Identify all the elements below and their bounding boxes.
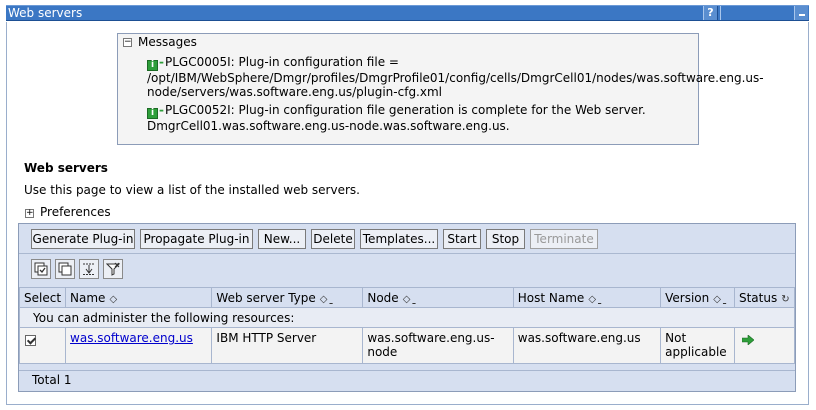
stop-button[interactable]: Stop xyxy=(486,229,525,249)
column-header-select: Select xyxy=(18,287,67,308)
web-server-link[interactable]: was.software.eng.us xyxy=(70,331,193,345)
info-icon: i xyxy=(147,60,158,71)
sort-underscore-icon xyxy=(329,294,332,305)
sort-icon[interactable]: ◇ xyxy=(588,294,596,305)
column-header-name[interactable]: Name ◇ xyxy=(65,287,213,308)
node-cell: was.software.eng.us-node xyxy=(362,327,514,364)
table-intro-row: You can administer the following resourc… xyxy=(19,307,795,328)
select-cell xyxy=(18,327,67,364)
minimize-button[interactable] xyxy=(794,6,808,20)
column-header-type[interactable]: Web server Type ◇ xyxy=(211,287,364,308)
header-label: Web server Type xyxy=(216,290,316,305)
templates-button[interactable]: Templates... xyxy=(360,229,438,249)
messages-panel: − Messages i -PLGC0005I: Plug-in configur… xyxy=(117,33,764,145)
section-title: Web servers xyxy=(24,161,108,175)
info-dash-icon: - xyxy=(159,103,164,117)
message-text: PLGC0005I: Plug-in configuration file = xyxy=(164,55,399,69)
version-text: applicable xyxy=(665,345,727,359)
select-all-icon[interactable] xyxy=(31,259,51,279)
preferences-link[interactable]: Preferences xyxy=(40,205,111,219)
collapse-messages-icon[interactable]: − xyxy=(123,38,132,47)
table-header-row: Select Name ◇ Web server Type ◇ Node ◇ Host… xyxy=(18,287,796,308)
header-label: Version xyxy=(665,290,710,305)
clear-filter-icon[interactable] xyxy=(103,259,123,279)
generate-plugin-button[interactable]: Generate Plug-in xyxy=(31,229,135,249)
message-text: /opt/IBM/WebSphere/Dmgr/profiles/DmgrPro… xyxy=(147,71,764,85)
message-text: PLGC0052I: Plug-in configuration file ge… xyxy=(164,103,646,117)
column-header-node[interactable]: Node ◇ xyxy=(362,287,514,308)
message-item: i -PLGC0005I: Plug-in configuration file … xyxy=(147,55,764,99)
deselect-all-icon[interactable] xyxy=(55,259,75,279)
help-button[interactable]: ? xyxy=(703,6,718,20)
messages-heading: Messages xyxy=(138,35,197,49)
header-label: Select xyxy=(24,290,62,305)
host-cell: was.software.eng.us xyxy=(512,327,662,364)
name-cell: was.software.eng.us xyxy=(65,327,213,364)
node-text: was.software.eng.us- xyxy=(367,331,495,345)
info-icon: i xyxy=(147,108,158,119)
show-filter-icon[interactable] xyxy=(79,259,99,279)
started-arrow-icon xyxy=(741,334,755,348)
start-button[interactable]: Start xyxy=(443,229,481,249)
sort-underscore-icon xyxy=(412,294,415,305)
row-select-checkbox[interactable] xyxy=(25,335,36,346)
message-item: i -PLGC0052I: Plug-in configuration file … xyxy=(147,103,697,133)
message-text: node/servers/was.software.eng.us/plugin-… xyxy=(147,85,442,99)
window-titlebar: Web servers ? xyxy=(6,5,809,21)
propagate-plugin-button[interactable]: Propagate Plug-in xyxy=(140,229,253,249)
window-title: Web servers xyxy=(8,6,83,20)
web-servers-table: Select Name ◇ Web server Type ◇ Node ◇ Host… xyxy=(18,287,796,364)
sort-icon[interactable]: ◇ xyxy=(713,294,721,305)
titlebar-spacer xyxy=(720,6,794,20)
toolbar-divider xyxy=(19,253,795,254)
sort-underscore-icon xyxy=(723,294,726,305)
header-label: Node xyxy=(367,290,399,305)
delete-button[interactable]: Delete xyxy=(311,229,355,249)
table-total: Total 1 xyxy=(19,370,795,391)
node-text: node xyxy=(367,345,398,359)
sort-icon[interactable]: ◇ xyxy=(320,294,328,305)
header-label: Name xyxy=(70,290,106,305)
version-cell: Not applicable xyxy=(660,327,735,364)
expand-preferences-icon[interactable]: + xyxy=(25,209,34,218)
web-servers-collection: Generate Plug-in Propagate Plug-in New..… xyxy=(18,223,796,392)
sort-underscore-icon xyxy=(598,294,601,305)
header-label: Status xyxy=(738,290,778,305)
sort-icon[interactable]: ◇ xyxy=(403,294,411,305)
sort-icon[interactable]: ◇ xyxy=(109,294,117,305)
info-dash-icon: - xyxy=(159,55,164,69)
type-cell: IBM HTTP Server xyxy=(211,327,364,364)
column-header-status[interactable]: Status ↻ xyxy=(733,287,796,308)
new-button[interactable]: New... xyxy=(258,229,306,249)
header-label: Host Name xyxy=(517,290,585,305)
column-header-host[interactable]: Host Name ◇ xyxy=(512,287,662,308)
column-header-version[interactable]: Version ◇ xyxy=(660,287,735,308)
status-cell xyxy=(733,327,796,364)
section-description: Use this page to view a list of the inst… xyxy=(24,183,360,197)
table-row: was.software.eng.us IBM HTTP Server was.… xyxy=(18,327,796,364)
refresh-status-icon[interactable]: ↻ xyxy=(781,294,789,305)
message-text: DmgrCell01.was.software.eng.us-node.was.… xyxy=(147,119,510,133)
intro-text: You can administer the following resourc… xyxy=(19,307,795,328)
version-text: Not xyxy=(665,331,687,345)
terminate-button: Terminate xyxy=(530,229,598,249)
